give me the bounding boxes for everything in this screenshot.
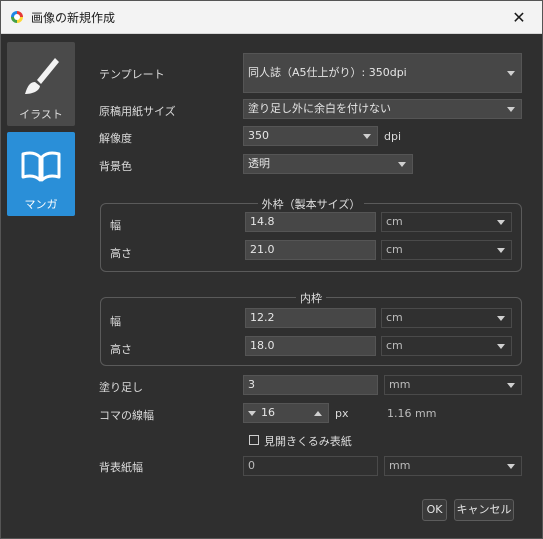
book-icon — [21, 151, 61, 182]
outer-height-unit: cm — [386, 243, 403, 256]
panel-line-value: 16 — [261, 406, 275, 419]
chevron-down-icon — [507, 71, 515, 76]
outer-width-unit: cm — [386, 215, 403, 228]
panel-line-converted: 1.16 mm — [387, 407, 437, 420]
outer-width-input[interactable]: 14.8 — [245, 212, 376, 232]
chevron-down-icon — [497, 248, 505, 253]
outer-width-value: 14.8 — [250, 215, 275, 228]
window-title: 画像の新規作成 — [31, 11, 116, 25]
inner-height-label: 高さ — [110, 343, 132, 356]
title-bar: 画像の新規作成 ✕ — [1, 1, 542, 34]
inner-width-input[interactable]: 12.2 — [245, 308, 376, 328]
sidebar-item-manga[interactable]: マンガ — [7, 132, 75, 216]
bleed-label: 塗り足し — [99, 381, 143, 394]
outer-frame-title: 外枠（製本サイズ） — [257, 198, 365, 211]
paper-size-value: 塗り足し外に余白を付けない — [248, 102, 391, 115]
sidebar-item-label: マンガ — [24, 198, 58, 211]
chevron-down-icon — [497, 344, 505, 349]
paper-size-select[interactable]: 塗り足し外に余白を付けない — [243, 99, 522, 119]
chevron-down-icon — [507, 107, 515, 112]
outer-width-unit-select[interactable]: cm — [381, 212, 512, 232]
panel-line-label: コマの線幅 — [99, 409, 154, 422]
background-select[interactable]: 透明 — [243, 154, 413, 174]
new-image-dialog: 画像の新規作成 ✕ イラスト マンガ テンプレート 同人誌（A5仕上がり）: 3… — [0, 0, 543, 539]
chevron-down-icon — [398, 162, 406, 167]
template-select[interactable]: 同人誌（A5仕上がり）: 350dpi — [243, 53, 522, 93]
spine-input[interactable]: 0 — [243, 456, 378, 476]
inner-width-unit: cm — [386, 311, 403, 324]
spine-unit: mm — [389, 459, 411, 472]
sidebar-item-label: イラスト — [19, 108, 63, 121]
inner-height-value: 18.0 — [250, 339, 275, 352]
outer-height-unit-select[interactable]: cm — [381, 240, 512, 260]
template-label: テンプレート — [99, 68, 165, 81]
background-label: 背景色 — [99, 160, 132, 173]
panel-line-unit: px — [335, 407, 349, 420]
inner-height-input[interactable]: 18.0 — [245, 336, 376, 356]
bleed-unit: mm — [389, 378, 411, 391]
ok-button[interactable]: OK — [422, 499, 447, 521]
outer-height-input[interactable]: 21.0 — [245, 240, 376, 260]
outer-height-value: 21.0 — [250, 243, 275, 256]
outer-width-label: 幅 — [110, 219, 121, 232]
resolution-unit: dpi — [384, 130, 402, 143]
resolution-value: 350 — [248, 129, 269, 142]
inner-height-unit-select[interactable]: cm — [381, 336, 512, 356]
cancel-button[interactable]: キャンセル — [454, 499, 514, 521]
inner-frame-title: 内枠 — [296, 292, 326, 305]
bleed-unit-select[interactable]: mm — [384, 375, 522, 395]
spine-unit-select[interactable]: mm — [384, 456, 522, 476]
paper-size-label: 原稿用紙サイズ — [99, 105, 176, 118]
inner-width-label: 幅 — [110, 315, 121, 328]
resolution-select[interactable]: 350 — [243, 126, 378, 146]
resolution-label: 解像度 — [99, 132, 132, 145]
chevron-down-icon — [363, 134, 371, 139]
chevron-down-icon — [497, 220, 505, 225]
app-icon — [11, 11, 23, 23]
close-button[interactable]: ✕ — [496, 1, 542, 33]
spread-cover-label: 見開きくるみ表紙 — [264, 435, 352, 448]
bleed-input[interactable]: 3 — [243, 375, 378, 395]
decrement-icon[interactable] — [248, 411, 256, 416]
template-value: 同人誌（A5仕上がり）: 350dpi — [248, 66, 407, 79]
inner-width-value: 12.2 — [250, 311, 275, 324]
panel-line-spinbox[interactable]: 16 — [243, 403, 329, 423]
increment-icon[interactable] — [314, 411, 322, 416]
bleed-value: 3 — [248, 378, 255, 391]
background-value: 透明 — [248, 157, 270, 170]
chevron-down-icon — [507, 464, 515, 469]
spread-cover-checkbox[interactable] — [249, 435, 259, 445]
chevron-down-icon — [497, 316, 505, 321]
chevron-down-icon — [507, 383, 515, 388]
spine-label: 背表紙幅 — [99, 461, 143, 474]
brush-icon — [25, 58, 59, 94]
close-icon: ✕ — [512, 7, 526, 27]
outer-height-label: 高さ — [110, 247, 132, 260]
inner-height-unit: cm — [386, 339, 403, 352]
sidebar-item-illust[interactable]: イラスト — [7, 42, 75, 126]
inner-width-unit-select[interactable]: cm — [381, 308, 512, 328]
spine-value: 0 — [248, 459, 255, 472]
